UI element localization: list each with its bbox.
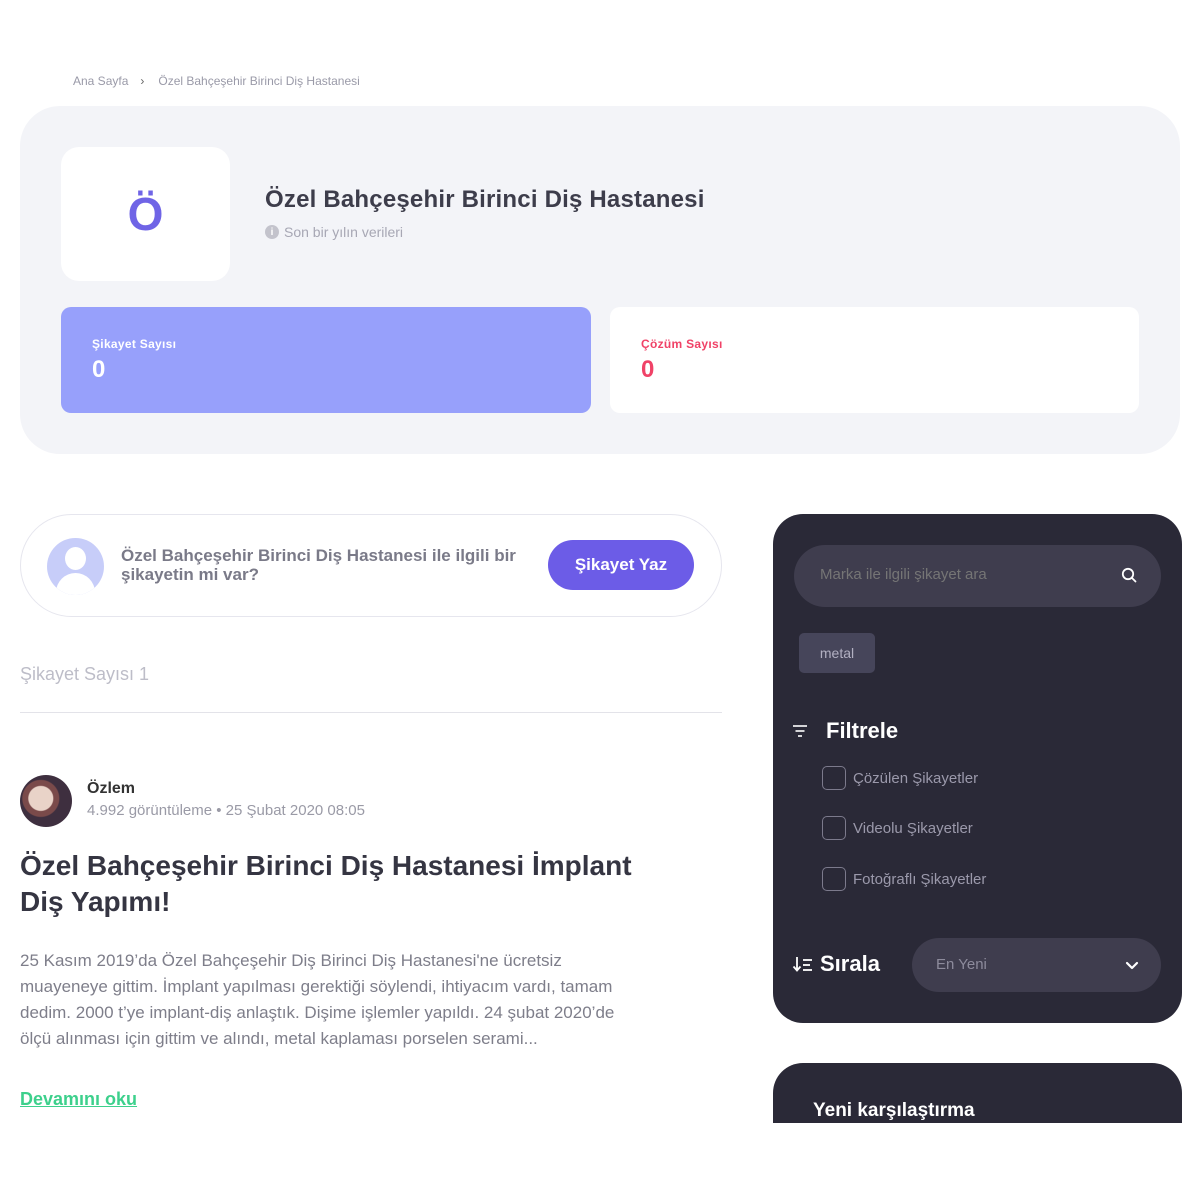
checkbox[interactable] bbox=[822, 766, 846, 790]
filter-solved-label: Çözülen Şikayetler bbox=[853, 769, 979, 787]
checkbox[interactable] bbox=[822, 816, 846, 840]
filter-photo-label: Fotoğraflı Şikayetler bbox=[853, 870, 987, 888]
sort-dropdown[interactable]: En Yeni bbox=[912, 938, 1161, 992]
new-comparison-title: Yeni karşılaştırma bbox=[813, 1100, 975, 1121]
solution-count-value: 0 bbox=[641, 356, 655, 383]
chevron-right-icon: › bbox=[140, 74, 145, 88]
write-complaint-banner: Özel Bahçeşehir Birinci Diş Hastanesi il… bbox=[20, 514, 722, 617]
filter-video-label: Videolu Şikayetler bbox=[853, 819, 973, 837]
search-icon[interactable] bbox=[1121, 567, 1137, 583]
write-complaint-prompt: Özel Bahçeşehir Birinci Diş Hastanesi il… bbox=[121, 546, 516, 584]
brand-subtitle: i Son bir yılın verileri bbox=[265, 224, 403, 240]
read-more-link[interactable]: Devamını oku bbox=[20, 1089, 137, 1110]
complaint-title[interactable]: Özel Bahçeşehir Birinci Diş Hastanesi İm… bbox=[20, 848, 640, 920]
filter-video[interactable]: Videolu Şikayetler bbox=[822, 816, 973, 840]
filter-heading: Filtrele bbox=[792, 718, 898, 744]
search-input[interactable] bbox=[820, 566, 1100, 583]
complaint-meta: 4.992 görüntüleme • 25 Şubat 2020 08:05 bbox=[87, 802, 365, 819]
filter-icon bbox=[793, 725, 807, 737]
filter-photo[interactable]: Fotoğraflı Şikayetler bbox=[822, 867, 986, 891]
sort-heading-label: Sırala bbox=[820, 951, 880, 976]
checkbox[interactable] bbox=[822, 867, 846, 891]
solution-count-card: Çözüm Sayısı 0 bbox=[610, 307, 1139, 413]
user-name[interactable]: Özlem bbox=[87, 780, 135, 798]
info-icon[interactable]: i bbox=[265, 225, 279, 239]
complaint-count-label: Şikayet Sayısı bbox=[92, 337, 177, 351]
new-comparison-card: Yeni karşılaştırma bbox=[773, 1063, 1182, 1123]
brand-logo-letter: Ö bbox=[127, 188, 164, 240]
brand-name: Özel Bahçeşehir Birinci Diş Hastanesi bbox=[265, 186, 705, 213]
user-placeholder-icon bbox=[47, 538, 104, 595]
brand-logo: Ö bbox=[61, 147, 230, 281]
complaint-count-card: Şikayet Sayısı 0 bbox=[61, 307, 591, 413]
complaint-count-value: 0 bbox=[92, 356, 106, 383]
search-box bbox=[794, 545, 1161, 607]
breadcrumb: Ana Sayfa › Özel Bahçeşehir Birinci Diş … bbox=[73, 74, 360, 88]
complaint-excerpt: 25 Kasım 2019’da Özel Bahçeşehir Diş Bir… bbox=[20, 951, 615, 1048]
avatar[interactable] bbox=[20, 775, 72, 827]
brand-header-card: Ö Özel Bahçeşehir Birinci Diş Hastanesi … bbox=[20, 106, 1180, 454]
brand-subtitle-text: Son bir yılın verileri bbox=[284, 224, 404, 240]
sort-heading: Sırala bbox=[792, 951, 880, 977]
sort-selected-value: En Yeni bbox=[936, 956, 987, 973]
divider bbox=[20, 712, 722, 713]
write-complaint-button[interactable]: Şikayet Yaz bbox=[548, 540, 694, 590]
filter-heading-label: Filtrele bbox=[826, 718, 899, 743]
complaint-count-heading: Şikayet Sayısı 1 bbox=[20, 664, 150, 684]
chevron-down-icon bbox=[1125, 961, 1139, 970]
filter-solved[interactable]: Çözülen Şikayetler bbox=[822, 766, 978, 790]
breadcrumb-home-link[interactable]: Ana Sayfa bbox=[73, 74, 128, 88]
solution-count-label: Çözüm Sayısı bbox=[641, 337, 723, 351]
breadcrumb-current: Özel Bahçeşehir Birinci Diş Hastanesi bbox=[158, 74, 360, 88]
sort-icon bbox=[792, 957, 812, 972]
tag-chip[interactable]: metal bbox=[799, 633, 875, 673]
sidebar-filter-panel: metal Filtrele Çözülen Şikayetler Videol… bbox=[773, 514, 1182, 1023]
